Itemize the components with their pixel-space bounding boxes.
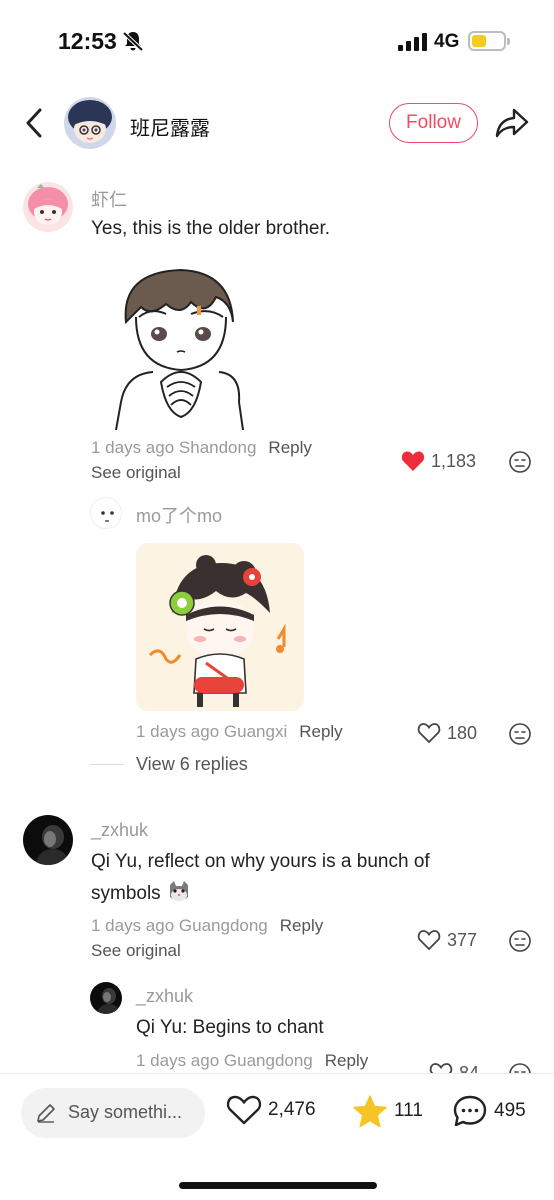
post-star-count: 111 <box>394 1100 423 1121</box>
comment-text-line-1: Qi Yu, reflect on why yours is a bunch o… <box>91 851 430 872</box>
reply-meta: 1 days ago Guangdong Reply <box>136 1051 368 1071</box>
comment-time-location: 1 days ago Shandong <box>91 438 257 457</box>
author-name[interactable]: 班尼露露 <box>130 112 210 141</box>
comment-username[interactable]: 虾仁 <box>91 186 127 212</box>
heart-filled-icon <box>401 451 425 471</box>
like-count: 377 <box>447 929 478 950</box>
bottom-action-bar: Say somethi... 2,476 111 495 <box>0 1073 554 1200</box>
reply-text: Qi Yu: Begins to chant <box>136 1017 324 1038</box>
author-avatar[interactable] <box>64 97 116 149</box>
heart-icon <box>226 1095 262 1125</box>
commenter-avatar[interactable] <box>23 815 73 865</box>
commenter-avatar[interactable] <box>23 182 73 232</box>
heart-icon <box>417 723 441 744</box>
network-type: 4G <box>434 31 460 52</box>
emoji-icon[interactable] <box>508 450 532 474</box>
comment-input-placeholder: Say somethi... <box>68 1102 183 1122</box>
status-bar: 12:53 4G <box>0 0 554 80</box>
battery-icon <box>468 31 510 51</box>
heart-icon <box>417 930 441 951</box>
cat-emoji-icon <box>166 879 192 905</box>
comment-time-location: 1 days ago Guangdong <box>91 916 268 935</box>
post-star-button[interactable]: 111 <box>352 1094 423 1128</box>
post-comment-button[interactable]: 495 <box>452 1094 526 1128</box>
comment-text-line-2: symbols <box>91 883 161 904</box>
see-original-link[interactable]: See original <box>91 463 181 483</box>
star-icon <box>353 1095 387 1128</box>
like-button[interactable]: 1,183 <box>401 450 476 472</box>
reply-sticker-image[interactable] <box>136 543 304 711</box>
reply-time-location: 1 days ago Guangxi <box>136 722 288 741</box>
comment-meta: 1 days ago Guangdong Reply <box>91 916 323 936</box>
comment-input[interactable]: Say somethi... <box>21 1088 205 1138</box>
reply-meta: 1 days ago Guangxi Reply <box>136 722 343 742</box>
post-like-button[interactable]: 2,476 <box>226 1094 316 1126</box>
comment-text: Yes, this is the older brother. <box>91 218 331 239</box>
view-replies-link[interactable]: View 6 replies <box>136 754 248 775</box>
reply-time-location: 1 days ago Guangdong <box>136 1051 313 1070</box>
post-like-count: 2,476 <box>268 1099 316 1120</box>
like-count: 1,183 <box>431 450 477 471</box>
comment-username[interactable]: _zxhuk <box>91 820 148 841</box>
post-comment-count: 495 <box>494 1100 526 1121</box>
reply-username[interactable]: mo了个mo <box>136 502 222 528</box>
emoji-icon[interactable] <box>508 722 532 746</box>
like-count: 180 <box>447 722 478 743</box>
emoji-icon[interactable] <box>508 929 532 953</box>
post-header: 班尼露露 Follow <box>0 92 554 154</box>
see-original-link[interactable]: See original <box>91 941 181 961</box>
reply-button[interactable]: Reply <box>280 916 323 935</box>
reply-button[interactable]: Reply <box>268 438 311 457</box>
comment-bubble-icon <box>453 1095 487 1127</box>
back-chevron-icon[interactable] <box>22 106 48 140</box>
like-button[interactable]: 377 <box>417 929 477 951</box>
comment-meta: 1 days ago Shandong Reply <box>91 438 312 458</box>
reply-avatar[interactable] <box>90 497 122 529</box>
like-button[interactable]: 180 <box>417 722 477 744</box>
pen-icon <box>35 1102 57 1129</box>
comment-sticker-image[interactable] <box>91 262 261 430</box>
follow-button[interactable]: Follow <box>389 103 478 143</box>
replies-divider <box>90 764 124 765</box>
status-time: 12:53 <box>58 28 117 54</box>
share-icon[interactable] <box>494 106 530 140</box>
signal-icon <box>398 33 428 56</box>
reply-button[interactable]: Reply <box>325 1051 368 1070</box>
reply-button[interactable]: Reply <box>299 722 342 741</box>
reply-username[interactable]: _zxhuk <box>136 986 193 1007</box>
reply-avatar[interactable] <box>90 982 122 1014</box>
bell-muted-icon <box>122 30 144 57</box>
home-indicator[interactable] <box>179 1182 377 1189</box>
